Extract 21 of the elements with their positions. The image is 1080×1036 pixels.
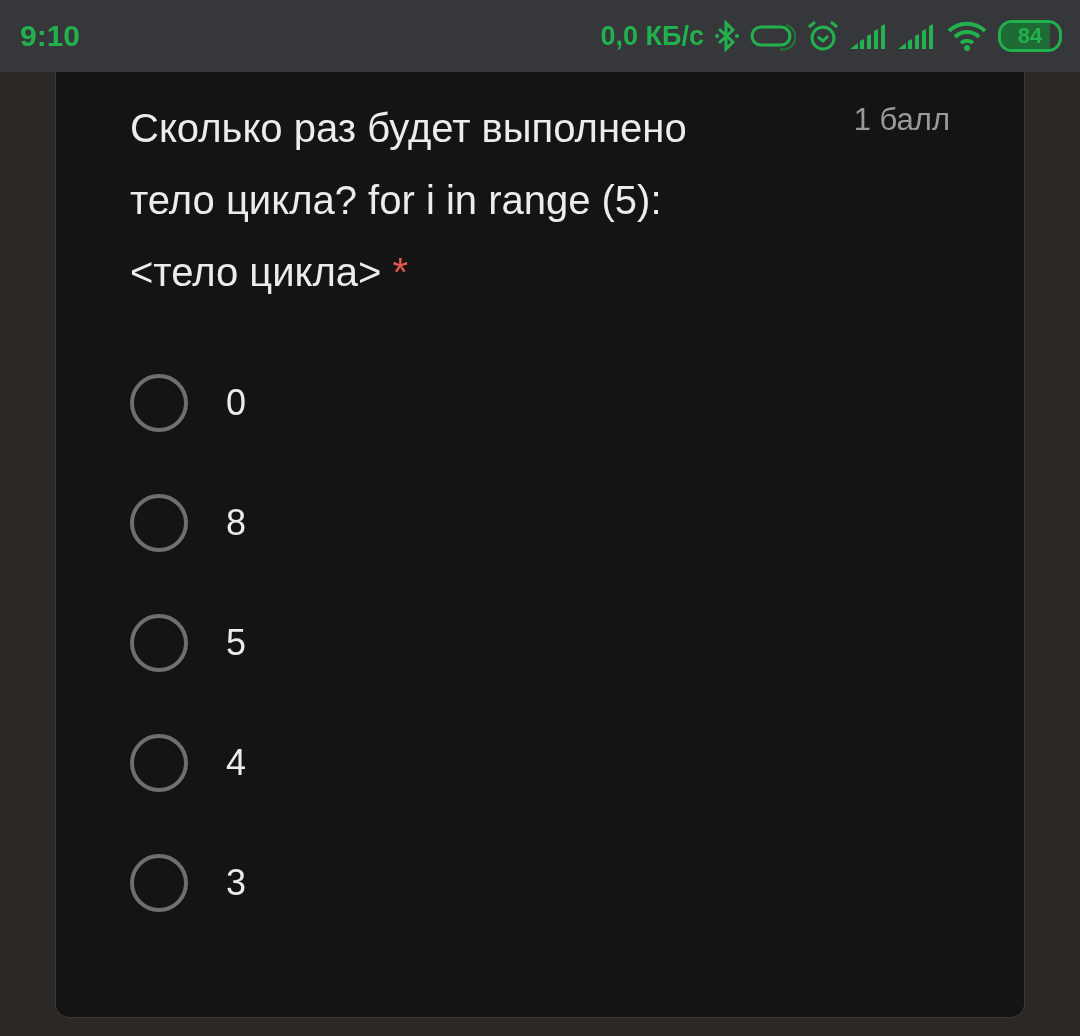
question-text: Сколько раз будет выполнено тело цикла? for i in range (5):<тело цикла> * xyxy=(130,105,688,296)
signal-icon xyxy=(850,23,888,49)
radio-button[interactable] xyxy=(130,854,188,912)
toggle-icon xyxy=(750,21,796,51)
wifi-icon xyxy=(946,20,988,52)
signal-icon xyxy=(898,23,936,49)
status-time: 9:10 xyxy=(20,19,81,53)
bluetooth-icon xyxy=(714,20,740,52)
battery-indicator: 84 xyxy=(998,20,1062,52)
option-label[interactable]: 0 xyxy=(226,382,247,424)
radio-button[interactable] xyxy=(130,374,188,432)
option-label[interactable]: 3 xyxy=(226,862,247,904)
alarm-icon xyxy=(806,19,840,53)
radio-button[interactable] xyxy=(130,494,188,552)
points-label: 1 балл xyxy=(853,102,950,138)
option-label[interactable]: 8 xyxy=(226,502,247,544)
radio-button[interactable] xyxy=(130,614,188,672)
network-speed: 0,0 КБ/с xyxy=(600,20,704,52)
option-label[interactable]: 5 xyxy=(226,622,247,664)
radio-button[interactable] xyxy=(130,734,188,792)
option-label[interactable]: 4 xyxy=(226,742,247,784)
